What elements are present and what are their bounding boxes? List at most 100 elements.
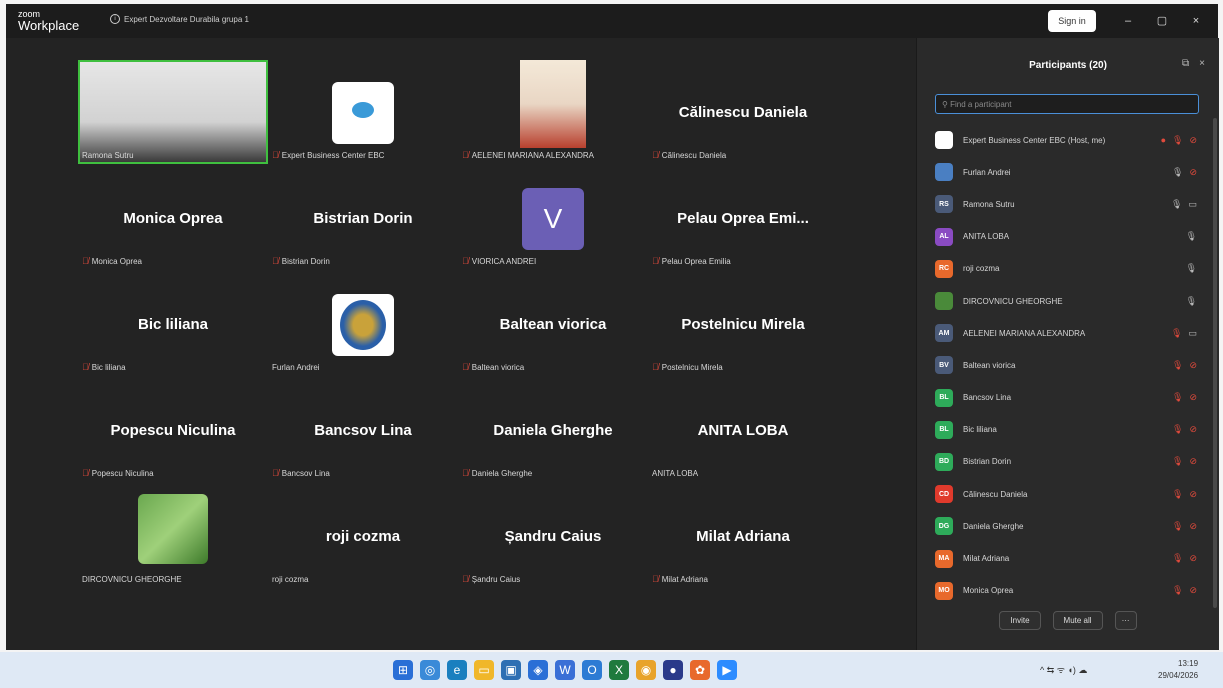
mic-muted-icon[interactable]: 🎙 [1172,424,1183,435]
video-off-icon[interactable]: ⊘ [1189,521,1197,532]
participant-search-input[interactable]: ⚲ Find a participant [935,94,1199,114]
popout-icon[interactable]: ⧉ [1182,58,1189,69]
participant-tile[interactable]: Daniela Gherghe 🎙̸ Daniela Gherghe [458,378,648,482]
word-icon[interactable]: W [555,660,575,680]
participant-list-name: ANITA LOBA [963,232,1010,242]
mic-muted-icon[interactable]: 🎙 [1172,489,1183,500]
participant-row[interactable]: BL Bic liliana 🎙 ⊘ [935,414,1205,446]
scrollbar[interactable] [1213,118,1217,608]
sign-in-button[interactable]: Sign in [1048,10,1096,32]
video-on-icon[interactable]: ▭ [1188,328,1197,339]
participant-tile[interactable]: Călinescu Daniela 🎙̸ Călinescu Daniela [648,60,838,164]
participant-tile[interactable]: Furlan Andrei [268,272,458,376]
participant-tile[interactable]: Bistrian Dorin 🎙̸ Bistrian Dorin [268,166,458,270]
start-icon[interactable]: ⊞ [393,660,413,680]
participant-tile[interactable]: Popescu Niculina 🎙̸ Popescu Niculina [78,378,268,482]
paint-icon[interactable]: ✿ [690,660,710,680]
participant-status: 🎙 ⊘ [1172,167,1197,178]
mic-muted-icon[interactable]: 🎙 [1172,521,1183,532]
participant-row[interactable]: Furlan Andrei 🎙 ⊘ [935,156,1205,188]
mic-muted-icon[interactable]: 🎙 [1172,456,1183,467]
video-off-icon[interactable]: ⊘ [1189,392,1197,403]
mic-on-icon[interactable]: 🎙 [1186,263,1197,274]
video-off-icon[interactable]: ⊘ [1189,456,1197,467]
participant-tile[interactable]: 🎙̸ Expert Business Center EBC [268,60,458,164]
mic-on-icon[interactable]: 🎙 [1172,167,1183,178]
participant-row[interactable]: BL Bancsov Lina 🎙 ⊘ [935,382,1205,414]
participant-status: 🎙 ⊘ [1172,392,1197,403]
participant-row[interactable]: MA Milat Adriana 🎙 ⊘ [935,542,1205,574]
participant-name: Monica Oprea [91,256,142,266]
mic-muted-icon[interactable]: 🎙 [1172,392,1183,403]
participant-tile[interactable]: ANITA LOBA ANITA LOBA [648,378,838,482]
video-on-icon[interactable]: ▭ [1188,199,1197,210]
excel-icon[interactable]: X [609,660,629,680]
video-off-icon[interactable]: ⊘ [1189,424,1197,435]
participant-tile[interactable]: roji cozma roji cozma [268,484,458,588]
participant-row[interactable]: RC roji cozma 🎙 [935,253,1205,285]
participant-tile[interactable]: Pelau Oprea Emi... 🎙̸ Pelau Oprea Emilia [648,166,838,270]
mute-all-button[interactable]: Mute all [1052,611,1103,630]
video-off-icon[interactable]: ⊘ [1189,167,1197,178]
participant-row[interactable]: AL ANITA LOBA 🎙 [935,221,1205,253]
participant-tile[interactable]: Bancsov Lina 🎙̸ Bancsov Lina [268,378,458,482]
participant-tile[interactable]: Bic liliana 🎙̸ Bic liliana [78,272,268,376]
video-off-icon[interactable]: ⊘ [1189,489,1197,500]
participant-tile[interactable]: Milat Adriana 🎙̸ Milat Adriana [648,484,838,588]
mic-on-icon[interactable]: 🎙 [1171,199,1182,210]
participant-tile[interactable]: V 🎙̸ VIORICA ANDREI [458,166,648,270]
clock[interactable]: 13:19 29/04/2026 [1158,658,1198,682]
video-off-icon[interactable]: ⊘ [1189,135,1197,146]
copilot-icon[interactable]: ◎ [420,660,440,680]
mic-on-icon[interactable]: 🎙 [1186,231,1197,242]
participant-list-name: Bistrian Dorin [963,457,1012,467]
zoom-taskbar-icon[interactable]: ▶ [717,660,737,680]
search-icon: ⚲ [942,100,951,109]
mic-on-icon[interactable]: 🎙 [1186,296,1197,307]
folder-icon[interactable]: ▭ [474,660,494,680]
video-off-icon[interactable]: ⊘ [1189,360,1197,371]
close-button[interactable]: × [1186,11,1206,31]
mic-muted-icon[interactable]: 🎙 [1172,135,1183,146]
teams-icon[interactable]: ◈ [528,660,548,680]
participant-row[interactable]: Expert Business Center EBC (Host, me) ● 🎙 ⊘ [935,124,1205,156]
participant-avatar: MA [935,549,953,568]
video-off-icon[interactable]: ⊘ [1189,553,1197,564]
participant-row[interactable]: CD Călinescu Daniela 🎙 ⊘ [935,478,1205,510]
participant-label: 🎙̸ Bistrian Dorin [272,256,330,266]
video-off-icon[interactable]: ⊘ [1189,585,1197,596]
chrome-icon[interactable]: ◉ [636,660,656,680]
video-feed [520,60,586,148]
invite-button[interactable]: Invite [999,611,1041,630]
mic-muted-icon[interactable]: 🎙 [1172,360,1183,371]
participant-tile[interactable]: Șandru Caius 🎙̸ Șandru Caius [458,484,648,588]
participant-tile[interactable]: Ramona Sutru [78,60,268,164]
participant-row[interactable]: MO Monica Oprea 🎙 ⊘ [935,575,1205,607]
edge-icon[interactable]: e [447,660,467,680]
mic-muted-icon[interactable]: 🎙 [1172,585,1183,596]
participant-row[interactable]: RS Ramona Sutru 🎙 ▭ [935,188,1205,220]
minimize-button[interactable]: – [1118,11,1138,31]
participant-tile[interactable]: DIRCOVNICU GHEORGHE [78,484,268,588]
outlook-icon[interactable]: O [582,660,602,680]
participant-list-name: Daniela Gherghe [963,521,1024,531]
participant-row[interactable]: DIRCOVNICU GHEORGHE 🎙 [935,285,1205,317]
maximize-button[interactable]: ▢ [1152,11,1172,31]
close-panel-icon[interactable]: × [1199,58,1205,69]
participant-row[interactable]: BV Baltean viorica 🎙 ⊘ [935,349,1205,381]
meeting-info[interactable]: i Expert Dezvoltare Durabila grupa 1 [110,14,249,24]
participant-row[interactable]: DG Daniela Gherghe 🎙 ⊘ [935,510,1205,542]
more-button[interactable]: ··· [1114,611,1137,630]
store-icon[interactable]: ▣ [501,660,521,680]
participant-tile[interactable]: Baltean viorica 🎙̸ Baltean viorica [458,272,648,376]
participant-row[interactable]: AM AELENEI MARIANA ALEXANDRA 🎙 ▭ [935,317,1205,349]
participant-tile[interactable]: 🎙̸ AELENEI MARIANA ALEXANDRA [458,60,648,164]
participant-tile[interactable]: Monica Oprea 🎙̸ Monica Oprea [78,166,268,270]
system-tray[interactable]: ^ ⇆ ᯤ ◖) ☁ [1040,663,1087,676]
participant-row[interactable]: BD Bistrian Dorin 🎙 ⊘ [935,446,1205,478]
mic-muted-icon[interactable]: 🎙 [1172,553,1183,564]
participant-tile[interactable]: Postelnicu Mirela 🎙̸ Postelnicu Mirela [648,272,838,376]
mic-muted-icon[interactable]: 🎙 [1171,328,1182,339]
participant-display-name: Pelau Oprea Emi... [677,210,809,227]
app-icon[interactable]: ● [663,660,683,680]
